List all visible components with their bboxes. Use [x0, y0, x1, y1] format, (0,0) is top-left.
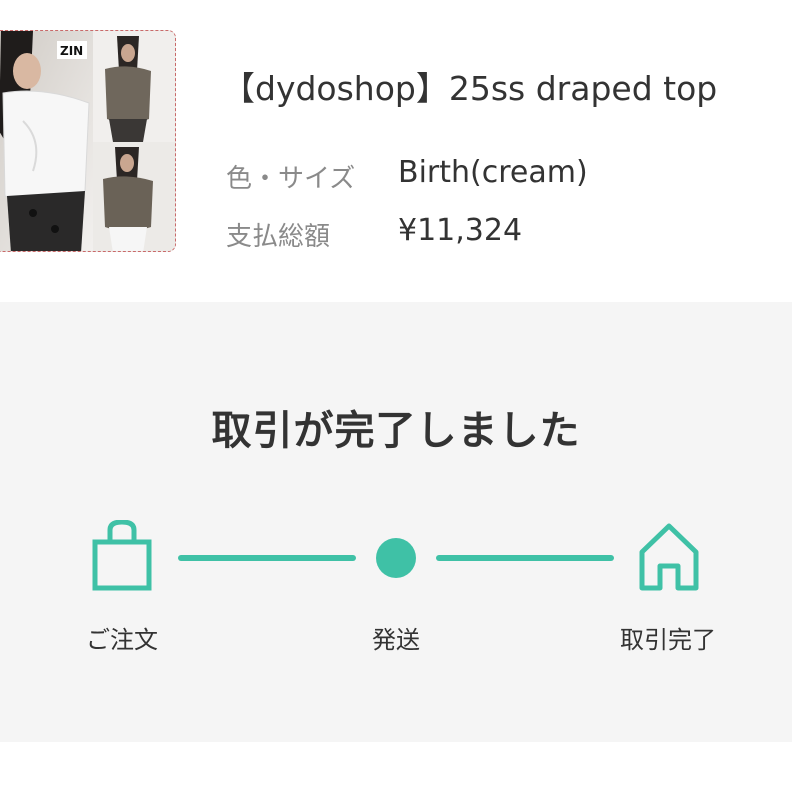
- size-label: 色・サイズ: [226, 164, 356, 194]
- progress-line-2: [436, 555, 614, 561]
- home-icon: [638, 522, 700, 596]
- progress-line-1: [178, 555, 356, 561]
- product-card[interactable]: ZIN 【dydoshop】25ss draped top 色・サイズ Birt…: [0, 0, 792, 302]
- thumbnail-logo: ZIN: [60, 44, 83, 58]
- product-photo-collage: ZIN: [0, 31, 175, 251]
- shopping-bag-icon: [92, 519, 152, 596]
- step-label-shipping: 発送: [372, 626, 420, 654]
- transaction-status-section: 取引が完了しました ご注文 発送 取引完了: [0, 302, 792, 742]
- step-label-complete: 取引完了: [620, 626, 716, 654]
- size-value: Birth(cream): [398, 155, 588, 190]
- price-value: ¥11,324: [398, 213, 523, 248]
- progress-dot-shipping: [376, 538, 416, 578]
- status-heading: 取引が完了しました: [211, 408, 581, 454]
- product-title[interactable]: 【dydoshop】25ss draped top: [222, 62, 717, 110]
- product-thumbnail[interactable]: ZIN: [0, 30, 176, 252]
- price-label: 支払総額: [226, 222, 331, 252]
- step-label-order: ご注文: [86, 626, 158, 654]
